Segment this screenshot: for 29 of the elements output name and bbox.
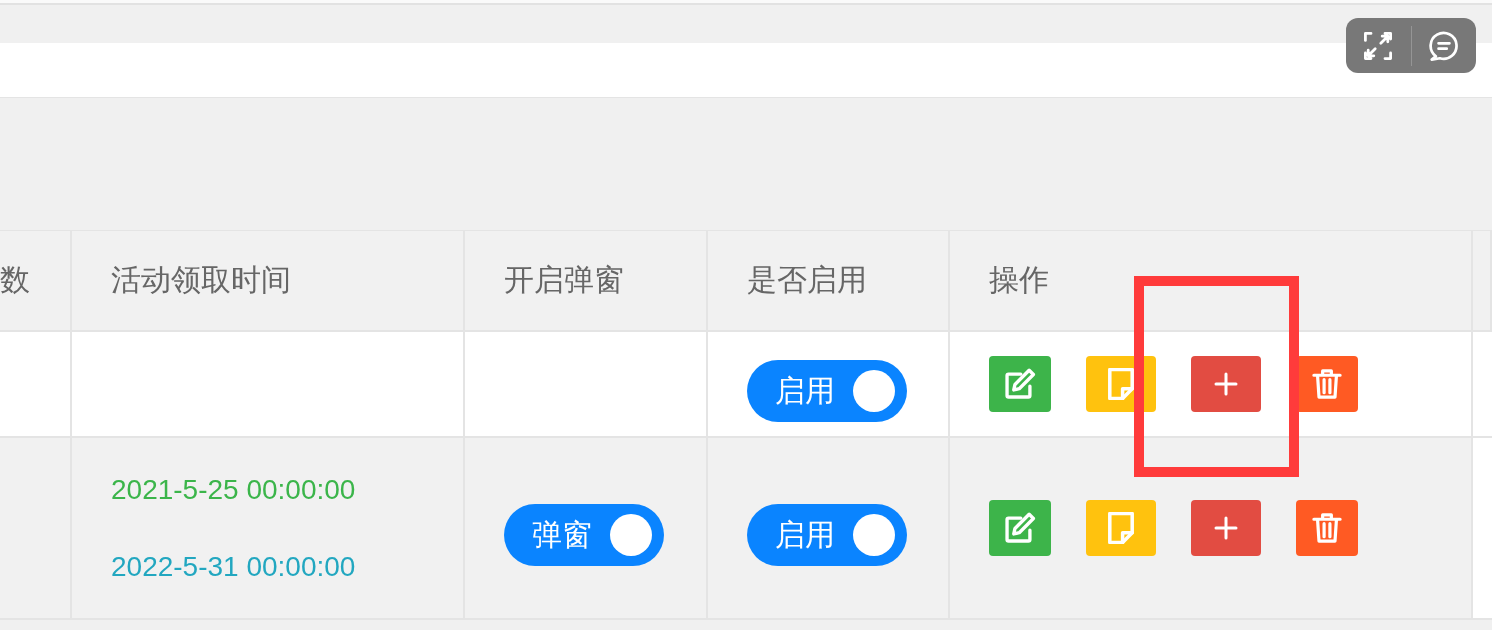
delete-button[interactable] <box>1296 356 1358 412</box>
enable-switch[interactable]: 启用 <box>747 504 907 566</box>
column-header: 活动领取时间 <box>72 231 465 332</box>
switch-knob <box>853 370 895 412</box>
expand-icon[interactable] <box>1364 31 1393 60</box>
column-header: 数 <box>0 231 72 332</box>
plus-icon <box>1214 516 1238 540</box>
add-button[interactable] <box>1191 356 1261 412</box>
start-time: 2021-5-25 00:00:00 <box>111 472 356 507</box>
trash-icon <box>1312 512 1342 544</box>
end-time: 2022-5-31 00:00:00 <box>111 549 356 584</box>
column-header: 操作 <box>950 231 1473 332</box>
pencil-square-icon <box>1004 368 1036 400</box>
switch-knob <box>610 514 652 556</box>
page-icon <box>1108 368 1134 400</box>
edit-button[interactable] <box>989 356 1051 412</box>
switch-knob <box>853 514 895 556</box>
popup-switch[interactable]: 弹窗 <box>504 504 664 566</box>
chat-bubble-icon[interactable] <box>1428 30 1459 61</box>
page-icon <box>1108 512 1134 544</box>
column-header: 是否启用 <box>708 231 950 332</box>
enable-switch[interactable]: 启用 <box>747 360 907 422</box>
add-button[interactable] <box>1191 500 1261 556</box>
column-header: 开启弹窗 <box>465 231 708 332</box>
delete-button[interactable] <box>1296 500 1358 556</box>
trash-icon <box>1312 368 1342 400</box>
pencil-square-icon <box>1004 512 1036 544</box>
edit-button[interactable] <box>989 500 1051 556</box>
plus-icon <box>1214 372 1238 396</box>
